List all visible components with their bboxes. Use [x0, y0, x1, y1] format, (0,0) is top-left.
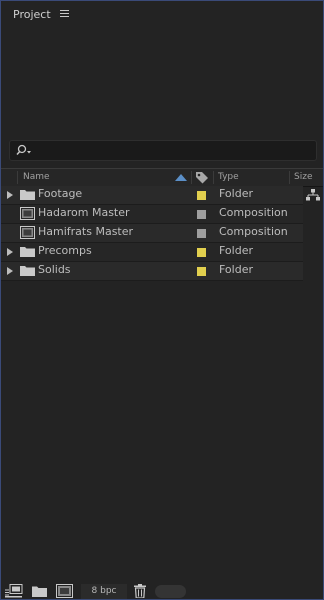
label-color-swatch[interactable] [197, 267, 206, 276]
column-separator [17, 171, 18, 184]
bit-depth-button[interactable]: 8 bpc [81, 584, 127, 599]
new-composition-icon[interactable] [56, 584, 73, 598]
search-input[interactable] [40, 142, 314, 160]
folder-icon [20, 190, 35, 200]
item-name: Footage [38, 187, 83, 200]
item-name: Solids [38, 263, 71, 276]
panel-title[interactable]: Project [13, 8, 51, 21]
column-name-header[interactable]: Name [23, 172, 50, 182]
label-color-swatch[interactable] [197, 210, 206, 219]
trash-icon[interactable] [134, 584, 146, 598]
item-type: Folder [219, 187, 253, 200]
list-item-solids[interactable]: Solids Folder [1, 262, 303, 281]
column-type-header[interactable]: Type [218, 172, 239, 182]
item-type: Composition [219, 206, 288, 219]
search-icon[interactable] [16, 144, 34, 156]
item-type: Composition [219, 225, 288, 238]
expand-arrow-icon[interactable] [7, 248, 13, 256]
sort-ascending-icon[interactable] [175, 174, 187, 181]
item-name: Precomps [38, 244, 92, 257]
list-item-hadarom-master[interactable]: Hadarom Master Composition [1, 205, 303, 224]
panel-footer: 8 bpc [1, 581, 323, 599]
expand-arrow-icon[interactable] [7, 267, 13, 275]
folder-icon [20, 247, 35, 257]
expand-arrow-icon[interactable] [7, 191, 13, 199]
search-field[interactable] [9, 140, 317, 161]
composition-icon [20, 226, 35, 239]
item-type: Folder [219, 263, 253, 276]
list-item-precomps[interactable]: Precomps Folder [1, 243, 303, 262]
item-list: Footage Folder Hadarom Master Compositio… [1, 186, 323, 281]
interpret-footage-icon[interactable] [5, 584, 23, 598]
label-color-swatch[interactable] [197, 191, 206, 200]
column-separator [191, 171, 192, 184]
column-separator [213, 171, 214, 184]
list-item-footage[interactable]: Footage Folder [1, 186, 303, 205]
panel-header: Project [1, 1, 323, 29]
thumbnail-size-slider[interactable] [155, 585, 186, 598]
label-tag-icon[interactable] [195, 171, 209, 184]
column-size-header[interactable]: Size [294, 172, 312, 182]
folder-icon [20, 266, 35, 276]
project-panel: Project Name Type Size Footage Folder Ha… [0, 0, 324, 600]
new-folder-icon[interactable] [32, 585, 47, 597]
label-color-swatch[interactable] [197, 248, 206, 257]
composition-icon [20, 207, 35, 220]
label-color-swatch[interactable] [197, 229, 206, 238]
item-name: Hadarom Master [38, 206, 130, 219]
list-item-hamifrats-master[interactable]: Hamifrats Master Composition [1, 224, 303, 243]
item-name: Hamifrats Master [38, 225, 134, 238]
hamburger-menu-icon[interactable] [60, 10, 69, 19]
column-separator [289, 171, 290, 184]
item-type: Folder [219, 244, 253, 257]
column-header: Name Type Size [1, 168, 323, 187]
